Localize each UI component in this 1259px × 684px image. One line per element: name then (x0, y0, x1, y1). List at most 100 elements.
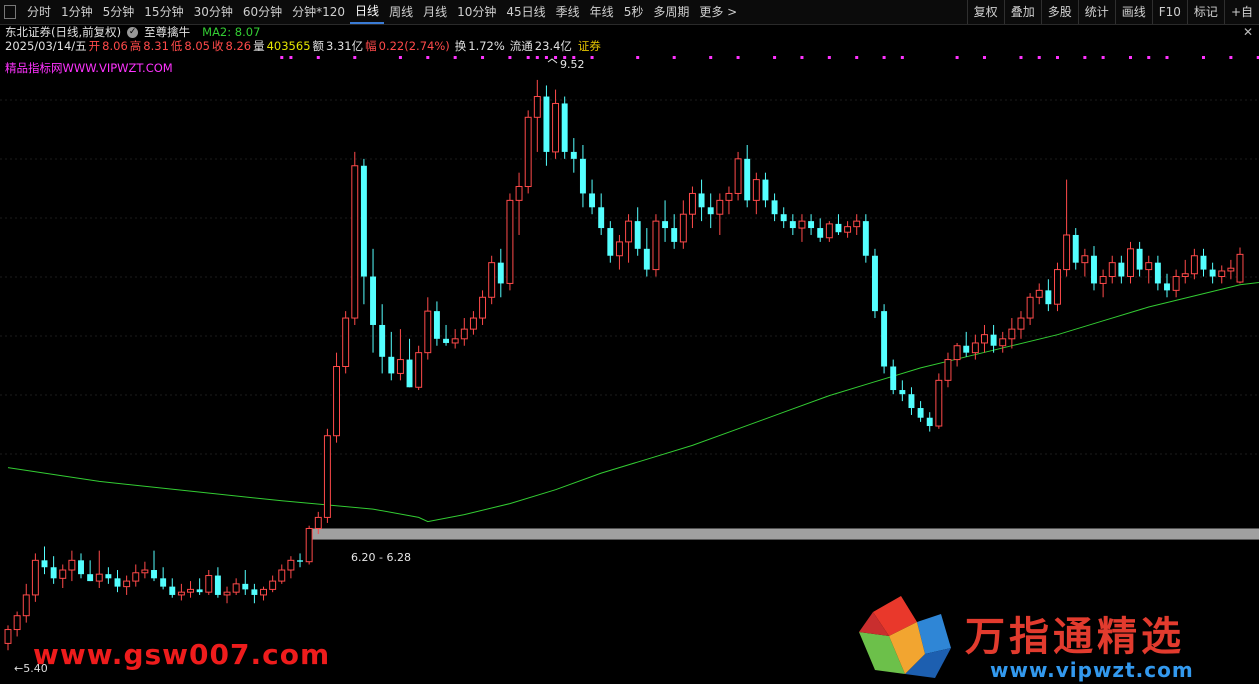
signal-marker (709, 56, 713, 59)
candle-body-down (160, 578, 167, 587)
candle-body-up (351, 165, 359, 319)
peak-price-label: 9.52 (560, 58, 585, 71)
signal-marker (955, 56, 959, 59)
candle-body-down (242, 583, 249, 590)
candle-body-up (1227, 267, 1235, 272)
candle-body-up (59, 569, 67, 579)
candle-body-down (926, 417, 933, 427)
candle-body-up (269, 580, 277, 590)
candle-body-down (543, 96, 550, 152)
candle-body-down (251, 589, 258, 595)
candle-body-down (1136, 248, 1143, 270)
candle-body-down (169, 586, 176, 595)
candle-body-up (752, 179, 760, 201)
signal-marker (1165, 56, 1169, 59)
candle-body-up (1145, 262, 1153, 271)
signal-marker (544, 56, 548, 59)
band-range-label: 6.20 - 6.28 (351, 551, 411, 564)
candle-body-up (1063, 234, 1071, 271)
candle-body-up (652, 220, 660, 271)
candle-body-up (1035, 289, 1043, 298)
candle-body-up (679, 213, 687, 243)
candle-body-down (707, 207, 714, 215)
candle-body-down (433, 311, 440, 339)
candle-body-up (22, 594, 30, 617)
signal-marker (1101, 56, 1105, 59)
candle-body-down (808, 221, 815, 229)
candle-body-up (451, 338, 459, 344)
signal-marker (398, 56, 402, 59)
candle-body-up (798, 220, 806, 229)
brand-title: 万指通精选 (965, 614, 1185, 660)
candle-body-up (615, 241, 623, 257)
candle-body-up (31, 559, 39, 596)
candle-body-up (1026, 296, 1034, 319)
signal-marker (535, 56, 539, 59)
candle-body-down (114, 578, 121, 587)
candle-body-down (196, 589, 203, 593)
brand-watermark: 万指通精选 www.vipwzt.com (855, 592, 1250, 684)
candle-body-up (278, 569, 286, 582)
candle-body-down (698, 193, 705, 208)
candle-body-down (360, 165, 367, 277)
candle-body-up (123, 580, 131, 588)
signal-marker (1147, 56, 1151, 59)
candle-body-down (1154, 262, 1161, 284)
candle-body-up (1081, 255, 1089, 264)
candle-body-up (716, 199, 724, 215)
signal-marker (672, 56, 676, 59)
signal-marker (1201, 56, 1205, 59)
candle-body-down (105, 574, 112, 579)
signal-marker (316, 56, 320, 59)
peak-value: 9.52 (560, 58, 585, 71)
candle-body-up (287, 559, 295, 571)
candle-body-up (13, 615, 21, 631)
signal-marker (508, 56, 512, 59)
candle-body-down (579, 158, 586, 194)
signal-marker (426, 56, 430, 59)
peak-pointer (547, 58, 558, 64)
candle-body-down (1118, 262, 1125, 277)
candle-body-up (935, 379, 943, 427)
signal-marker (353, 56, 357, 59)
candle-body-up (1108, 262, 1116, 278)
candle-body-down (634, 221, 641, 249)
candle-body-down (908, 394, 915, 409)
candle-body-up (844, 226, 852, 233)
candle-body-up (223, 591, 231, 596)
signal-marker (1037, 56, 1041, 59)
candle-body-down (890, 366, 897, 391)
candle-body-down (297, 560, 303, 562)
candle-body-down (214, 575, 221, 595)
candle-body-down (990, 334, 997, 346)
signal-marker (800, 56, 804, 59)
signal-marker (526, 56, 530, 59)
candle-body-up (1172, 276, 1180, 291)
candle-body-up (1017, 317, 1025, 330)
candle-body-up (68, 559, 76, 571)
candle-body-down (871, 255, 878, 312)
candle-body-down (1091, 255, 1097, 284)
candle-body-down (379, 324, 386, 357)
candle-body-down (762, 179, 769, 201)
support-band (311, 528, 1259, 540)
candle-body-up (323, 435, 331, 518)
signal-marker (590, 56, 594, 59)
candle-body-up (205, 575, 213, 593)
candle-body-down (899, 390, 906, 395)
candle-body-down (817, 228, 824, 238)
candle-body-up (333, 366, 340, 437)
candle-body-up (1008, 328, 1016, 340)
candle-body-down (41, 560, 48, 568)
candle-body-up (95, 573, 103, 582)
gsw-watermark: www.gsw007.com (33, 638, 331, 671)
candle-body-down (862, 221, 869, 256)
candle-body-down (598, 207, 605, 229)
ma-line (7, 282, 1259, 523)
candlestick-chart[interactable] (0, 0, 1259, 684)
candle-body-up (1127, 248, 1134, 278)
candle-body-down (881, 311, 888, 367)
candle-body-down (1072, 234, 1079, 263)
brand-url: www.vipwzt.com (990, 658, 1194, 682)
signal-marker (773, 56, 777, 59)
